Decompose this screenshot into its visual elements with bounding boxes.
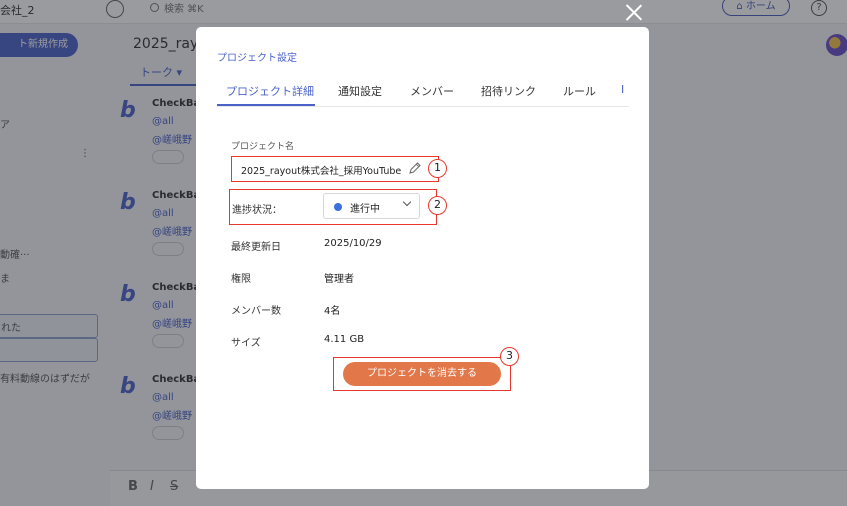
delete-project-button[interactable]: プロジェクトを消去する [343, 362, 501, 386]
pencil-icon[interactable] [408, 161, 422, 175]
tab-notifications[interactable]: 通知設定 [338, 83, 382, 99]
callout-badge: 2 [428, 196, 447, 215]
tab-invite-link[interactable]: 招待リンク [481, 83, 536, 99]
status-value: 進行中 [350, 204, 380, 215]
chevron-down-icon [402, 197, 412, 207]
project-name-label: プロジェクト名 [231, 142, 295, 152]
last-updated-value: 2025/10/29 [324, 238, 382, 249]
member-count-value: 4名 [324, 306, 341, 317]
callout-badge: 1 [428, 159, 447, 178]
status-dot-icon [334, 203, 342, 211]
permission-value: 管理者 [324, 274, 354, 285]
status-select[interactable]: 進行中 [323, 193, 420, 219]
tab-rules[interactable]: ルール [563, 83, 596, 99]
tab-overflow[interactable]: I [621, 83, 629, 96]
info-label: サイズ [231, 338, 261, 349]
size-value: 4.11 GB [324, 334, 365, 345]
tab-members[interactable]: メンバー [410, 83, 454, 99]
project-name-value: 2025_rayout株式会社_採用YouTube [241, 166, 402, 177]
project-settings-modal: プロジェクト設定 プロジェクト詳細 通知設定 メンバー 招待リンク ルール I … [196, 27, 649, 489]
status-label: 進捗状況： [232, 205, 282, 216]
project-name-field[interactable]: 2025_rayout株式会社_採用YouTube [231, 156, 439, 182]
active-tab-indicator [217, 104, 315, 106]
info-label: 権限 [231, 274, 251, 285]
status-field: 進捗状況： 進行中 [229, 189, 437, 225]
delete-highlight: プロジェクトを消去する [333, 357, 511, 391]
modal-title: プロジェクト設定 [217, 53, 297, 64]
callout-badge: 3 [500, 347, 519, 366]
tab-project-details[interactable]: プロジェクト詳細 [226, 83, 314, 99]
info-label: メンバー数 [231, 306, 281, 317]
info-label: 最終更新日 [231, 242, 281, 253]
settings-tabs: プロジェクト詳細 通知設定 メンバー 招待リンク ルール I [217, 79, 629, 107]
close-icon[interactable] [625, 3, 643, 21]
